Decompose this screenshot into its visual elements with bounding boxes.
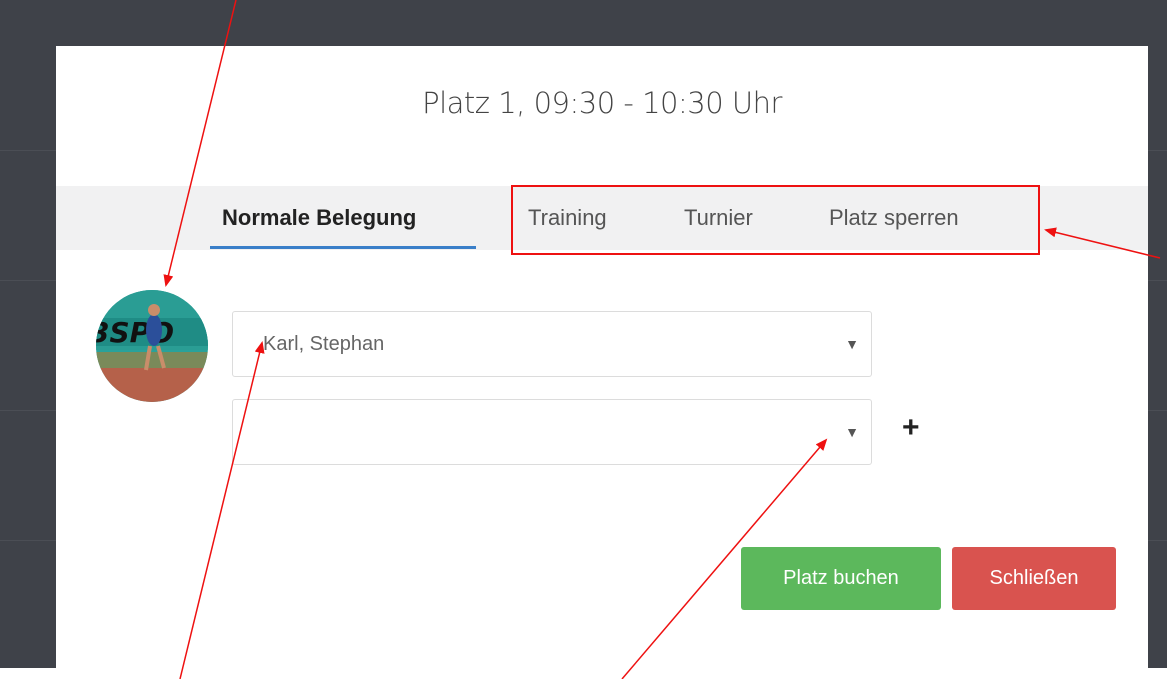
annotation-arrows [163, 0, 1161, 679]
annotation-arrow [179, 341, 265, 679]
annotation-arrow [163, 0, 237, 287]
annotation-arrow [1044, 227, 1161, 259]
annotation-arrow [621, 438, 828, 679]
